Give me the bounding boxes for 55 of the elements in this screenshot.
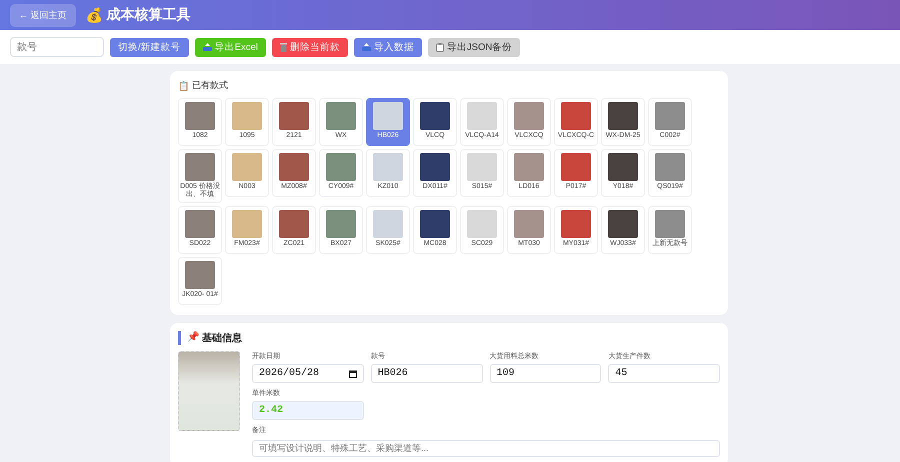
photo-placeholder [467, 102, 497, 130]
photo-placeholder [655, 153, 685, 181]
photo-placeholder [608, 210, 638, 238]
page-title: 成本核算工具 [106, 6, 191, 24]
clipboard-icon [436, 42, 444, 52]
photo-placeholder [514, 153, 544, 181]
toolbar-button[interactable]: 导出JSON备份 [428, 38, 520, 56]
photo-placeholder [185, 153, 215, 181]
photo-placeholder [232, 102, 262, 130]
photo-placeholder [279, 153, 309, 181]
photo-placeholder [185, 210, 215, 238]
tray-icon [362, 43, 371, 51]
photo-placeholder [420, 153, 450, 181]
style-number-field[interactable]: 款号 [10, 37, 104, 57]
photo-placeholder [185, 102, 215, 130]
photo-placeholder [561, 102, 591, 130]
photo-placeholder [514, 210, 544, 238]
money-bag-icon: 💰 [86, 7, 103, 23]
notes-field[interactable]: 可填写设计说明、特殊工艺、采购渠道等... [252, 440, 720, 457]
photo-placeholder [373, 102, 403, 130]
input-field[interactable]: 45 [608, 364, 720, 384]
toolbar-button[interactable]: 删除当前款 [272, 38, 348, 56]
photo-placeholder [561, 210, 591, 238]
photo-placeholder [561, 153, 591, 181]
toolbar-button[interactable]: 导入数据 [354, 38, 422, 56]
photo-placeholder [467, 153, 497, 181]
photo-placeholder [326, 102, 356, 130]
section-title: 基础信息 [202, 332, 242, 346]
tray-icon [202, 43, 212, 51]
calendar-icon[interactable] [348, 370, 357, 378]
trash-icon [280, 42, 287, 52]
photo-placeholder [655, 102, 685, 130]
photo-placeholder [232, 210, 262, 238]
photo-placeholder [326, 153, 356, 181]
clipboard-icon: 📋 [178, 80, 189, 90]
photo-placeholder [373, 153, 403, 181]
photo-placeholder [232, 153, 262, 181]
photo-placeholder [608, 153, 638, 181]
photo-placeholder [608, 102, 638, 130]
photo-placeholder [655, 210, 685, 238]
photo-placeholder [514, 102, 544, 130]
photo-placeholder [185, 261, 215, 290]
photo-placeholder [420, 210, 450, 238]
toolbar-button[interactable]: 切换/新建款号 [110, 38, 189, 56]
photo-placeholder [279, 102, 309, 130]
panel-title: 已有款式 [192, 79, 228, 92]
pushpin-icon: 📌 [187, 331, 199, 346]
date-field[interactable]: 2026/05/28 [252, 364, 364, 384]
photo-placeholder [420, 102, 450, 130]
photo-placeholder [326, 210, 356, 238]
photo-placeholder [279, 210, 309, 238]
input-field[interactable]: 109 [490, 364, 602, 384]
input-field[interactable]: HB026 [370, 364, 482, 384]
photo-placeholder [373, 210, 403, 238]
photo-placeholder [467, 210, 497, 238]
